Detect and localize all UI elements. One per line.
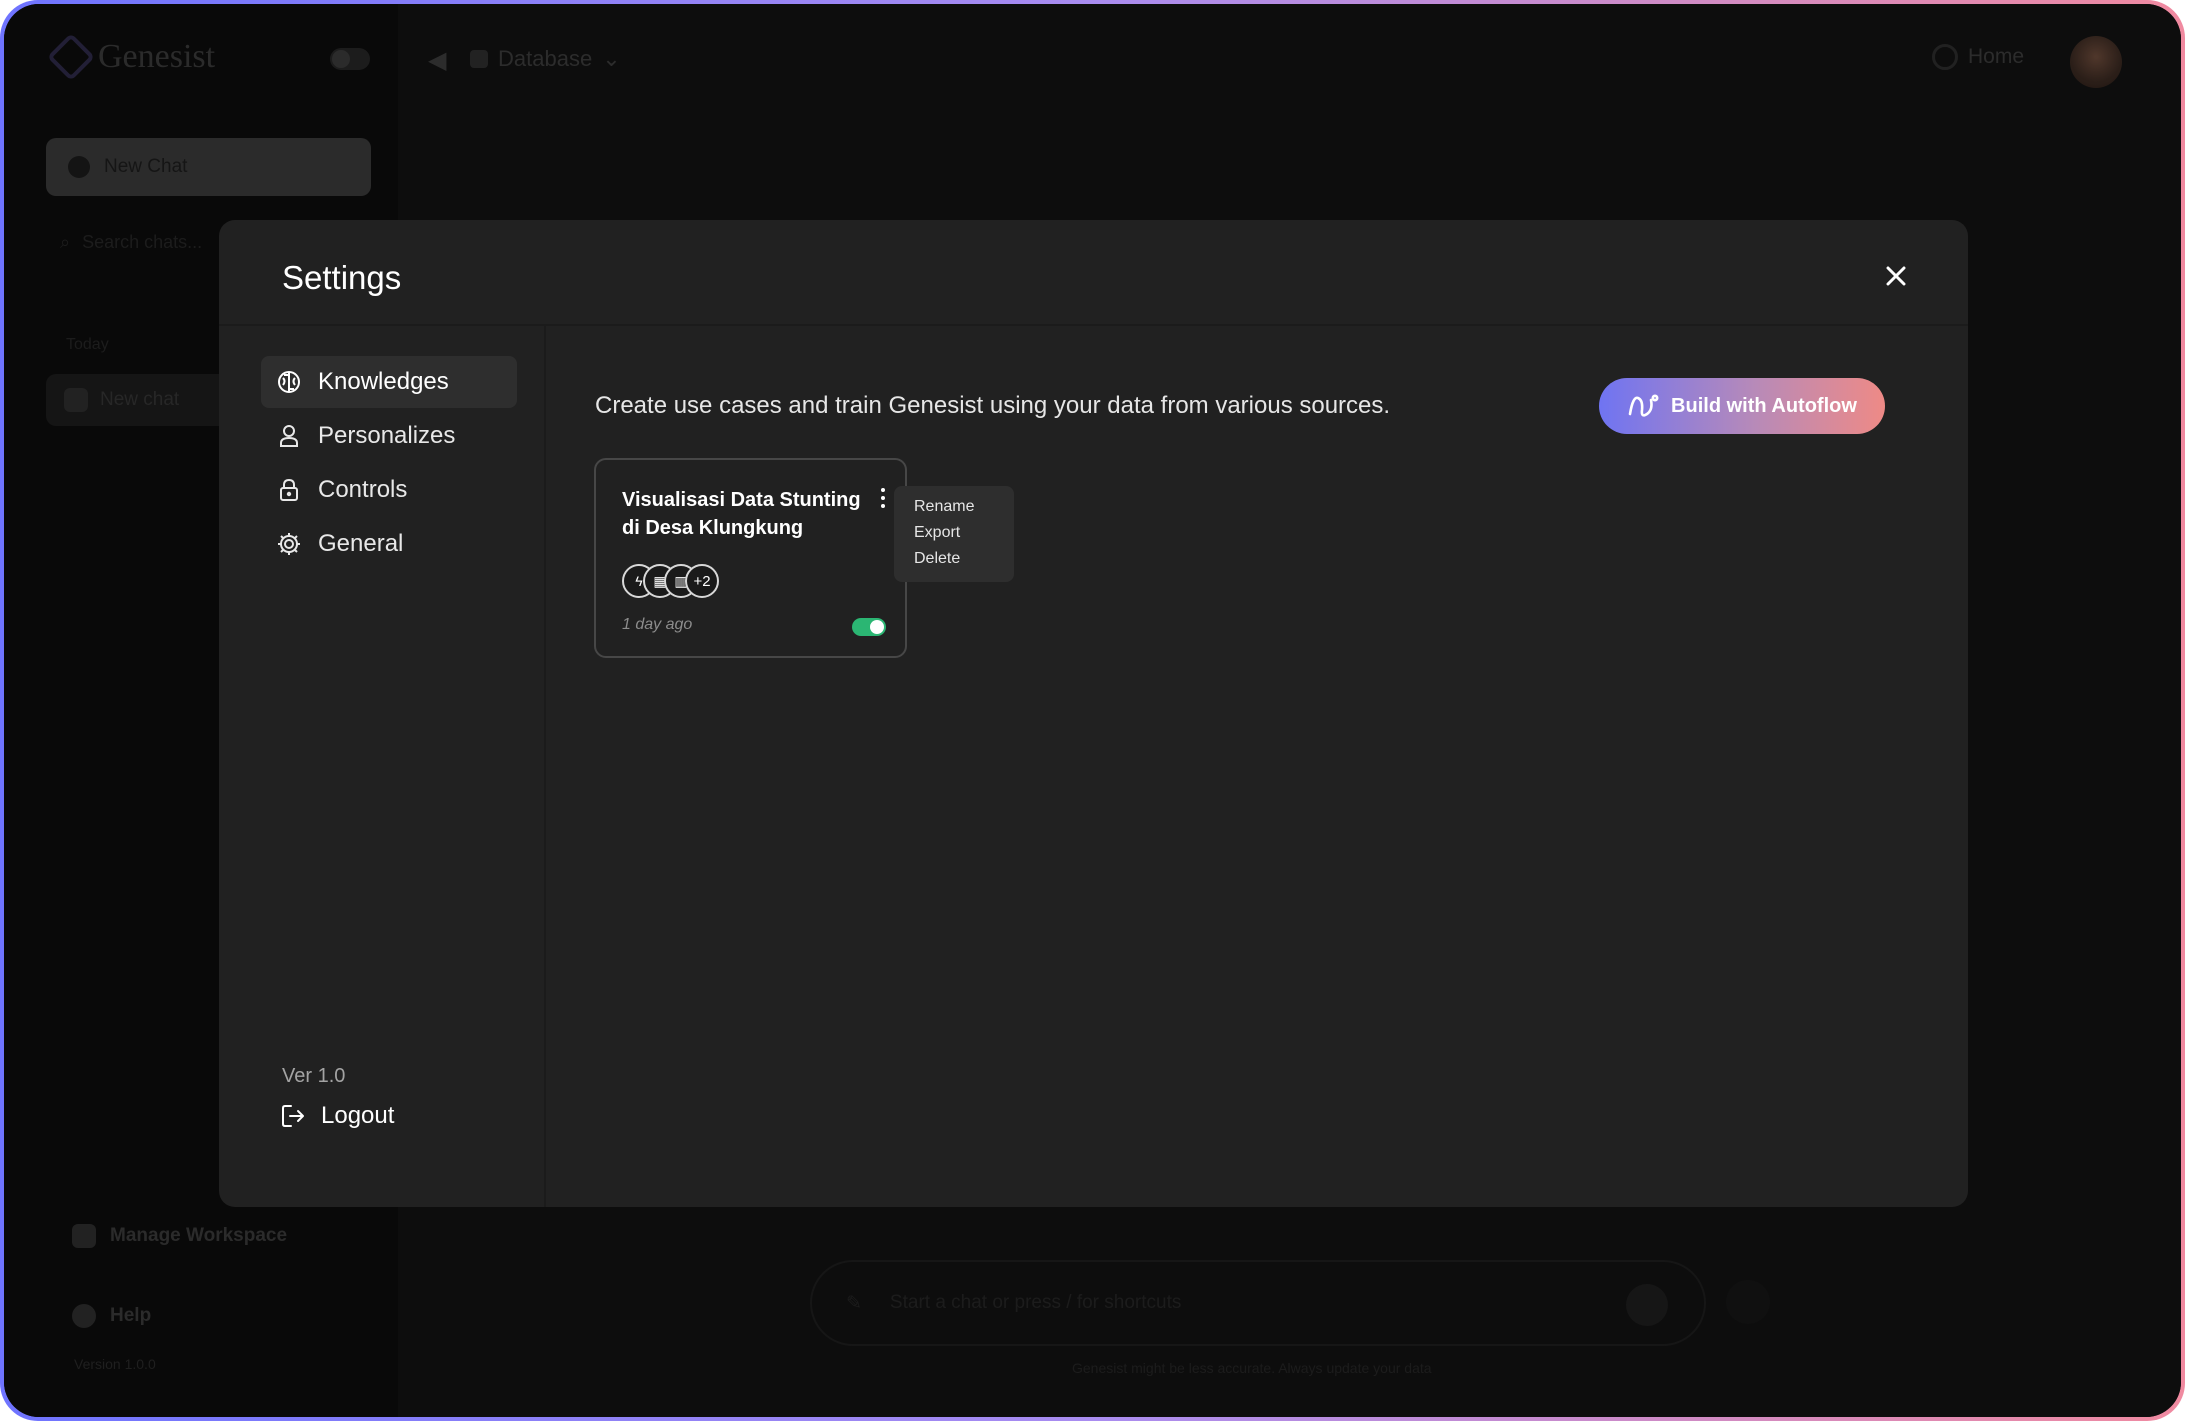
nav-label-controls: Controls <box>318 476 408 503</box>
gear-icon <box>278 533 300 555</box>
autoflow-label: Build with Autoflow <box>1671 394 1857 417</box>
settings-nav: Knowledges Personalizes Controls General… <box>219 326 546 1207</box>
user-icon <box>280 425 298 447</box>
app-frame: Genesist New Chat ⌕ Search chats... Toda… <box>0 0 2185 1421</box>
source-icons: ϟ ▦ ▥ +2 <box>622 564 732 600</box>
settings-modal: Settings Knowledges Personalizes Control… <box>219 220 1968 1207</box>
nav-label-knowledges: Knowledges <box>318 368 449 395</box>
knowledges-panel: Create use cases and train Genesist usin… <box>546 326 1968 1207</box>
menu-item-export[interactable]: Export <box>914 520 1014 546</box>
knowledge-card-title: Visualisasi Data Stunting di Desa Klungk… <box>622 489 861 539</box>
menu-item-delete[interactable]: Delete <box>914 546 1014 572</box>
settings-version: Ver 1.0 <box>282 1065 346 1087</box>
knowledges-description: Create use cases and train Genesist usin… <box>595 392 1391 419</box>
logout-icon <box>282 1105 304 1127</box>
more-sources-badge: +2 <box>685 564 719 598</box>
nav-item-personalizes[interactable]: Personalizes <box>261 410 517 462</box>
autoflow-wave-icon <box>1628 394 1659 417</box>
app-window: Genesist New Chat ⌕ Search chats... Toda… <box>4 4 2181 1417</box>
close-button[interactable] <box>1878 258 1914 294</box>
build-with-autoflow-button[interactable]: Build with Autoflow <box>1599 378 1885 434</box>
nav-label-general: General <box>318 530 404 557</box>
close-icon <box>1886 266 1906 286</box>
lock-icon <box>280 478 298 501</box>
menu-item-rename[interactable]: Rename <box>914 494 1014 520</box>
nav-item-general[interactable]: General <box>261 518 517 570</box>
kebab-menu-icon[interactable] <box>876 486 890 510</box>
nav-label-personalizes: Personalizes <box>318 422 456 449</box>
modal-header: Settings <box>219 220 1968 326</box>
modal-title: Settings <box>282 259 402 296</box>
knowledge-enable-toggle[interactable] <box>852 618 886 636</box>
nav-item-knowledges[interactable]: Knowledges <box>261 356 517 408</box>
brain-icon <box>278 371 300 393</box>
knowledge-card[interactable]: Visualisasi Data Stunting di Desa Klungk… <box>594 458 907 658</box>
knowledge-card-time: 1 day ago <box>622 616 693 633</box>
nav-item-controls[interactable]: Controls <box>261 464 517 516</box>
logout-label: Logout <box>321 1102 395 1129</box>
context-menu: Rename Export Delete <box>894 486 1014 582</box>
logout-button[interactable]: Logout <box>279 1102 394 1130</box>
